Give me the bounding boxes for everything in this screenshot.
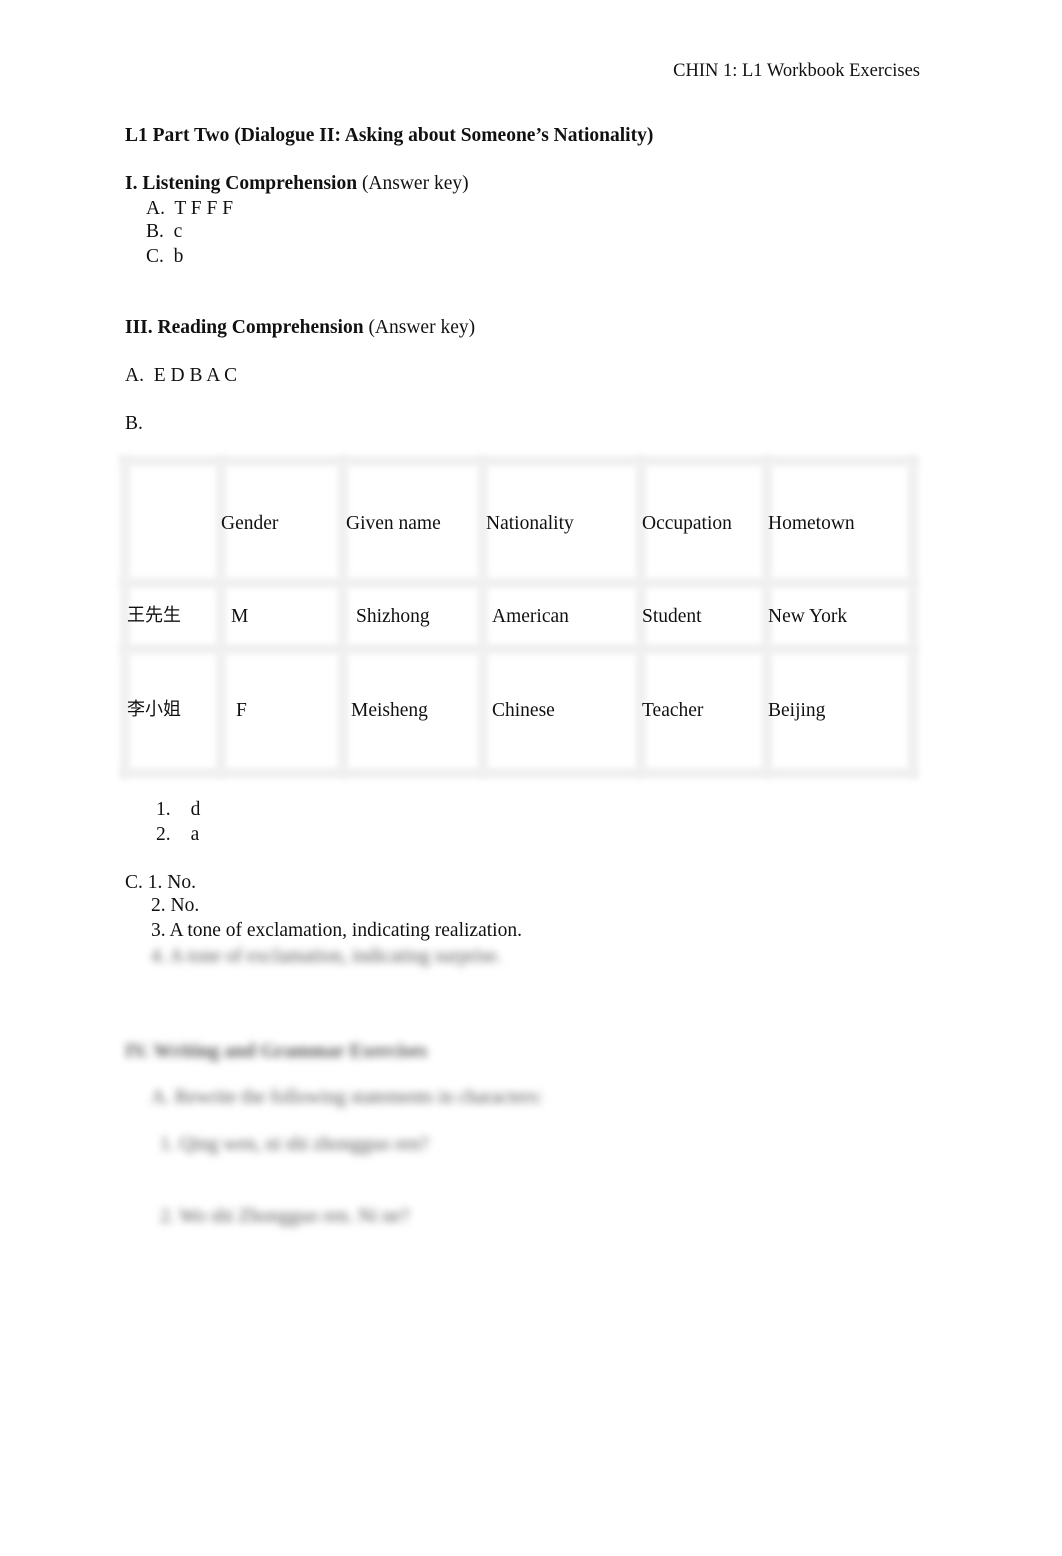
table-border	[216, 456, 226, 778]
reading-part-c-item-3: 3. A tone of exclamation, indicating rea…	[151, 921, 522, 941]
item-answer: d	[190, 799, 201, 820]
item-answer: b	[173, 246, 184, 267]
blurred-section-item: 1. Qing wen, ni shi zhongguo ren?	[160, 1134, 429, 1155]
item-answer: No.	[170, 895, 200, 916]
table-header: Nationality	[486, 513, 574, 534]
table-border	[908, 456, 918, 778]
answer-table: Gender Given name Nationality Occupation…	[120, 456, 918, 778]
item-answer: T F F F	[174, 198, 234, 219]
blurred-section-heading: IV. Writing and Grammar Exercises	[125, 1041, 428, 1062]
table-cell: F	[236, 700, 247, 721]
listening-heading-note: (Answer key)	[357, 173, 469, 194]
blurred-section-instruction: A. Rewrite the following statements in c…	[151, 1087, 543, 1108]
reading-part-a: A. E D B A C	[125, 366, 237, 386]
table-header: Given name	[346, 513, 441, 534]
page-title: L1 Part Two (Dialogue II: Asking about S…	[125, 125, 654, 146]
reading-part-c-item-1: C. 1. No.	[125, 873, 196, 893]
listening-item-b: B. c	[146, 222, 182, 242]
table-header: Hometown	[768, 513, 855, 534]
item-number: 2.	[151, 895, 166, 916]
table-border	[120, 456, 918, 466]
item-answer: No.	[167, 872, 196, 893]
table-cell: Student	[642, 606, 702, 627]
table-cell: American	[492, 606, 569, 627]
item-answer: A tone of exclamation, indicating realiz…	[169, 920, 522, 941]
table-cell: Meisheng	[351, 700, 428, 721]
table-border	[120, 644, 918, 654]
listening-item-c: C. b	[146, 247, 183, 267]
table-cell: New York	[768, 606, 848, 627]
table-border	[478, 456, 488, 778]
table-header: Occupation	[642, 513, 732, 534]
item-label: 2.	[156, 824, 171, 845]
table-border	[120, 768, 918, 778]
table-header: Gender	[221, 513, 279, 534]
blurred-part-c-item-4: 4. A tone of exclamation, indicating sur…	[151, 946, 502, 967]
blurred-section-item: 2. Wo shi Zhongguo ren. Ni ne?	[160, 1206, 410, 1227]
item-answer: c	[173, 221, 183, 242]
item-label: 1.	[156, 799, 171, 820]
item-label: B.	[146, 221, 164, 242]
table-border	[338, 456, 348, 778]
course-header: CHIN 1: L1 Workbook Exercises	[673, 61, 920, 81]
item-answer: E D B A C	[153, 365, 238, 386]
table-row-name: 李小姐	[127, 699, 181, 720]
reading-heading: III. Reading Comprehension (Answer key)	[125, 318, 475, 338]
reading-part-c-item-2: 2. No.	[151, 896, 199, 916]
table-cell: Shizhong	[356, 606, 430, 627]
table-border	[120, 578, 918, 588]
item-label: C.	[125, 872, 143, 893]
listening-heading: I. Listening Comprehension (Answer key)	[125, 174, 469, 194]
item-label: A.	[146, 198, 165, 219]
listening-item-a: A. T F F F	[146, 199, 233, 219]
item-label: A.	[125, 365, 144, 386]
item-answer: a	[190, 824, 200, 845]
item-number: 1.	[147, 872, 163, 893]
table-cell: Chinese	[492, 700, 555, 721]
item-number: 3.	[151, 920, 166, 941]
table-cell: Teacher	[642, 700, 704, 721]
item-label: C.	[146, 246, 164, 267]
reading-heading-note: (Answer key)	[363, 317, 476, 338]
reading-heading-bold: III. Reading Comprehension	[125, 317, 364, 338]
listening-heading-bold: I. Listening Comprehension	[125, 173, 358, 194]
reading-part-b-label: B.	[125, 413, 143, 434]
followup-item: 1. d	[156, 800, 200, 820]
table-row-name: 王先生	[127, 605, 181, 626]
followup-item: 2. a	[156, 825, 199, 845]
table-cell: M	[231, 606, 249, 627]
table-cell: Beijing	[768, 700, 826, 721]
